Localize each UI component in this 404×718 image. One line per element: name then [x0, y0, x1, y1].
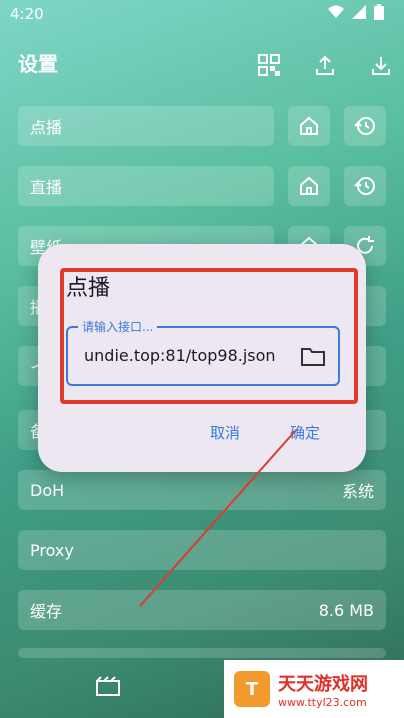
film-icon[interactable]	[96, 676, 120, 696]
settings-screen: 4:20 设置 点播 直播 壁纸 DoH 系统 Proxy 缓存 8.6 MB …	[0, 0, 404, 718]
watermark-url: www.ttyl23.com	[278, 695, 367, 709]
watermark-title: 天天游戏网	[278, 673, 368, 695]
annotation-line	[139, 429, 297, 607]
watermark-logo: T	[234, 671, 270, 707]
watermark: T 天天游戏网 www.ttyl23.com	[224, 660, 404, 718]
